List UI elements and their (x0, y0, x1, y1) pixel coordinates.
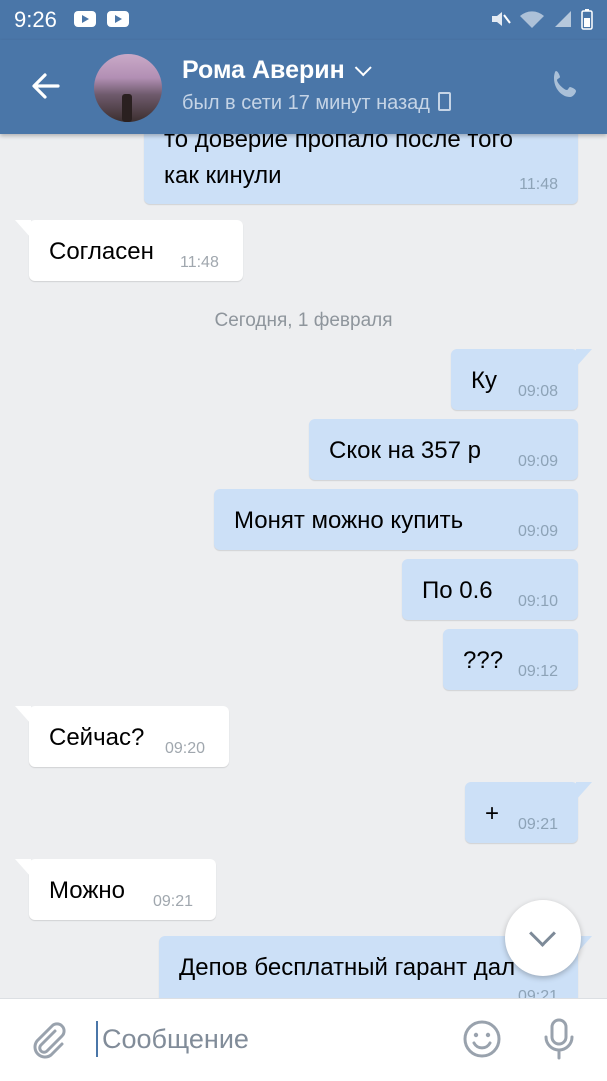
message-incoming[interactable]: Сейчас? 09:20 (15, 706, 229, 767)
message-text: Депов бесплатный гарант дал (179, 954, 516, 981)
message-text: Согласен (49, 238, 154, 265)
message-input[interactable] (100, 1023, 434, 1056)
message-time: 11:48 (519, 176, 558, 193)
scroll-to-bottom-button[interactable] (505, 900, 581, 976)
message-incoming[interactable]: Можно 09:21 (15, 859, 216, 920)
message-time: 09:09 (517, 453, 558, 470)
message-outgoing[interactable]: Ку 09:08 (451, 349, 592, 410)
message-outgoing[interactable]: Монят можно купить 09:09 (214, 489, 578, 550)
message-time: 09:12 (517, 663, 558, 680)
message-time: 09:20 (165, 740, 206, 757)
message-outgoing[interactable]: По 0.6 09:10 (402, 559, 578, 620)
message-text: Сейчас? (49, 724, 145, 751)
chat-header: Рома Аверин был в сети 17 минут назад (0, 40, 607, 134)
message-text: Монят можно купить (234, 507, 464, 534)
message-incoming[interactable]: Согласен 11:48 (15, 220, 243, 281)
message-time: 09:10 (517, 593, 558, 610)
back-arrow-icon[interactable] (28, 68, 64, 104)
message-text: как кинули (164, 162, 282, 189)
attachment-icon[interactable] (28, 1019, 68, 1059)
avatar[interactable] (94, 54, 162, 122)
message-outgoing[interactable]: Скок на 357 р 09:09 (309, 419, 578, 480)
status-bar: 9:26 (0, 0, 607, 40)
message-text: Можно (49, 877, 125, 904)
last-seen: был в сети 17 минут назад (182, 92, 451, 115)
emoji-icon[interactable] (462, 1019, 502, 1059)
mute-icon (492, 12, 511, 26)
phone-call-icon[interactable] (549, 68, 583, 102)
message-composer (0, 998, 607, 1081)
message-outgoing[interactable]: то доверие пропало после того как кинули… (144, 134, 578, 204)
message-time: 09:21 (153, 893, 194, 910)
wifi-icon (520, 11, 544, 28)
youtube-notification-icon (107, 11, 129, 27)
microphone-icon[interactable] (541, 1017, 577, 1061)
message-time: 09:08 (517, 383, 558, 400)
date-separator: Сегодня, 1 февраля (214, 310, 393, 331)
last-seen-text: был в сети 17 минут назад (182, 92, 430, 114)
youtube-notification-icon (74, 11, 96, 27)
signal-icon (555, 11, 571, 27)
message-time: 09:21 (517, 816, 558, 833)
text-cursor (96, 1021, 98, 1057)
message-text: то доверие пропало после того (164, 134, 514, 153)
message-text: По 0.6 (422, 577, 493, 604)
mobile-device-icon (437, 92, 451, 111)
message-text: Скок на 357 р (329, 437, 481, 464)
message-list[interactable]: то доверие пропало после того как кинули… (0, 134, 607, 998)
message-text: + (485, 800, 500, 827)
chevron-down-icon (354, 59, 372, 77)
chevron-down-icon (529, 920, 556, 947)
message-outgoing[interactable]: + 09:21 (465, 782, 592, 843)
clock: 9:26 (14, 7, 57, 32)
message-time: 09:21 (517, 988, 558, 998)
contact-name: Рома Аверин (182, 56, 345, 84)
message-time: 09:09 (517, 523, 558, 540)
system-icons (489, 8, 593, 30)
contact-name-row[interactable]: Рома Аверин (182, 56, 372, 85)
message-time: 11:48 (180, 254, 219, 271)
message-text: ??? (463, 647, 504, 674)
message-text: Ку (471, 367, 497, 394)
battery-icon (581, 9, 593, 30)
message-outgoing[interactable]: ??? 09:12 (443, 629, 578, 690)
